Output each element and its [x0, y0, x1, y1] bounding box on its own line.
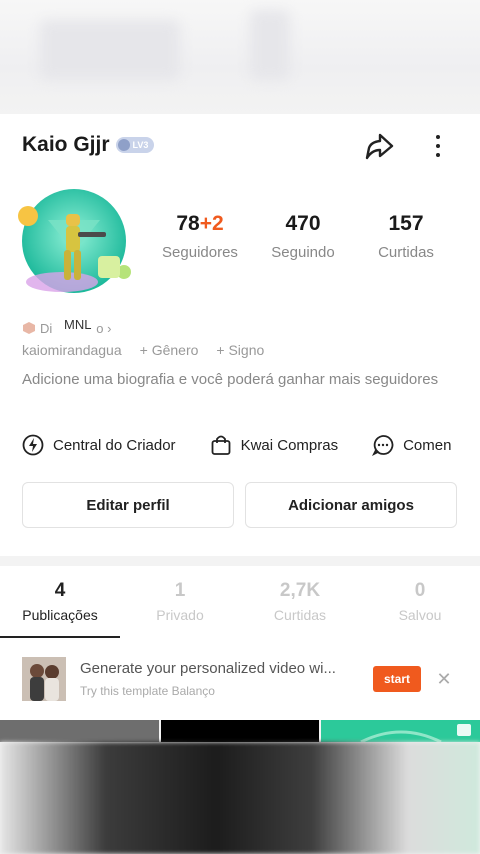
blurred-shape — [40, 20, 180, 80]
level-shield-icon — [117, 139, 130, 151]
blurred-bottom-area — [0, 742, 480, 854]
followers-increment: +2 — [199, 212, 224, 235]
close-icon[interactable]: ✕ — [434, 665, 454, 693]
video-thumbnail[interactable] — [0, 720, 159, 742]
level-badge[interactable]: LV3 — [115, 137, 155, 153]
profile-header: Kaio Gjjr LV3 — [22, 130, 462, 160]
likes-count: 157 — [388, 212, 424, 235]
creator-center-label: Central do Criador — [53, 436, 176, 454]
template-promo-banner[interactable]: Generate your personalized video wi... T… — [0, 640, 480, 720]
badge-overlay-text: MNL — [62, 317, 94, 332]
tab-count: 4 — [54, 580, 66, 601]
level-text: LV3 — [132, 140, 149, 150]
tab-saved[interactable]: 0 Salvou — [360, 580, 480, 623]
promo-title: Generate your personalized video wi... — [80, 660, 336, 677]
handle: kaiomirandagua — [22, 342, 122, 358]
bio-text[interactable]: Adicione uma biografia e você poderá gan… — [22, 370, 452, 389]
followers-stat[interactable]: 78+2 Seguidores — [150, 212, 250, 261]
badge-suffix: o › — [96, 320, 112, 336]
share-icon[interactable] — [362, 130, 396, 162]
add-sign-link[interactable]: + Signo — [216, 342, 264, 358]
content-tabs: 4 Publicações 1 Privado 2,7K Curtidas 0 … — [0, 580, 480, 640]
followers-label: Seguidores — [162, 244, 238, 261]
profile-badge-row[interactable]: Di o › MNL — [22, 317, 112, 338]
comment-icon — [372, 435, 394, 456]
comments-label: Comen — [403, 436, 452, 454]
add-gender-link[interactable]: + Gênero — [140, 342, 199, 358]
video-grid — [0, 720, 480, 744]
avatar[interactable] — [14, 186, 134, 304]
username: Kaio Gjjr — [22, 133, 110, 156]
tab-private[interactable]: 1 Privado — [120, 580, 240, 623]
video-thumbnail[interactable] — [321, 720, 480, 744]
tab-label: Privado — [156, 607, 204, 623]
kwai-shopping-link[interactable]: Kwai Compras — [210, 434, 339, 456]
active-tab-indicator — [0, 636, 120, 638]
comments-link[interactable]: Comen — [372, 434, 451, 456]
following-label: Seguindo — [271, 244, 335, 261]
section-divider — [0, 556, 480, 566]
edit-profile-button[interactable]: Editar perfil — [22, 482, 234, 528]
badge-text: Di — [40, 320, 53, 336]
profile-card: Kaio Gjjr LV3 78+2 Seguidores 470 Seguin… — [0, 114, 480, 720]
likes-stat[interactable]: 157 Curtidas — [356, 212, 456, 261]
tools-row: Central do Criador Kwai Compras Comen — [22, 432, 480, 458]
bolt-icon — [22, 434, 44, 456]
likes-label: Curtidas — [378, 244, 434, 261]
kwai-shopping-label: Kwai Compras — [240, 436, 339, 454]
blurred-shape — [250, 10, 290, 80]
followers-count: 78 — [176, 212, 200, 235]
tab-publications[interactable]: 4 Publicações — [0, 580, 120, 623]
tab-count: 1 — [174, 580, 186, 601]
promo-start-button[interactable]: start — [373, 666, 421, 692]
tab-likes[interactable]: 2,7K Curtidas — [240, 580, 360, 623]
add-friends-button[interactable]: Adicionar amigos — [245, 482, 457, 528]
meta-row: kaiomirandagua + Gênero + Signo — [22, 342, 282, 358]
creator-center-link[interactable]: Central do Criador — [22, 434, 176, 456]
promo-thumbnail — [22, 657, 66, 701]
promo-subtitle: Try this template Balanço — [80, 684, 215, 698]
video-thumbnail[interactable] — [161, 720, 319, 742]
tab-label: Curtidas — [273, 607, 327, 623]
more-options-icon[interactable] — [426, 130, 450, 162]
tab-label: Publicações — [22, 607, 98, 623]
blurred-top-area — [0, 0, 480, 114]
following-count: 470 — [285, 212, 321, 235]
shopping-bag-icon — [211, 435, 230, 455]
hexagon-badge-icon — [23, 322, 35, 334]
following-stat[interactable]: 470 Seguindo — [253, 212, 353, 261]
tab-count: 0 — [414, 580, 426, 601]
tab-count: 2,7K — [279, 580, 321, 601]
stats-row: 78+2 Seguidores 470 Seguindo 157 Curtida… — [150, 212, 450, 272]
tab-label: Salvou — [398, 607, 442, 623]
